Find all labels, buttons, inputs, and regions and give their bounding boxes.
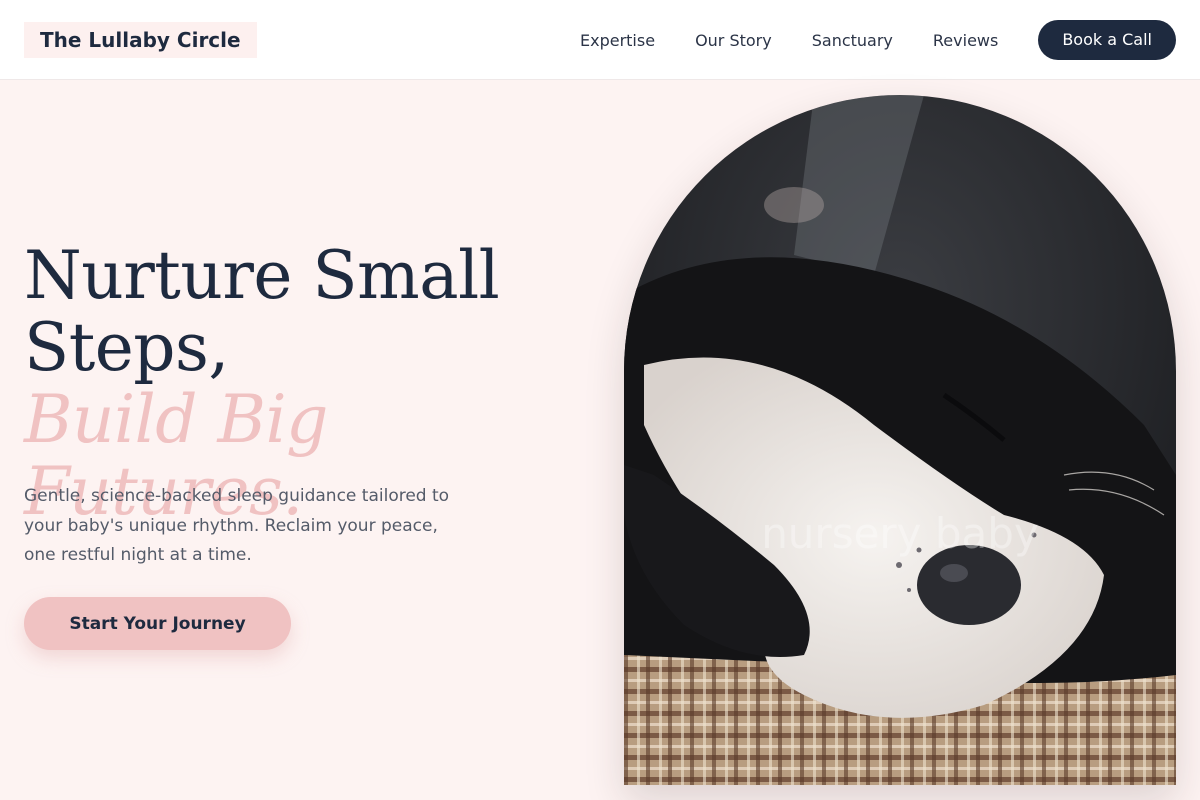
nav-link-our-story[interactable]: Our Story — [695, 31, 772, 50]
nav-link-expertise[interactable]: Expertise — [580, 31, 655, 50]
nav-link-reviews[interactable]: Reviews — [933, 31, 998, 50]
book-call-button[interactable]: Book a Call — [1038, 20, 1176, 60]
hero-subtitle: Gentle, science-backed sleep guidance ta… — [24, 486, 450, 565]
site-header: The Lullaby Circle Expertise Our Story S… — [0, 0, 1200, 80]
hero-image: nursery baby — [624, 95, 1176, 785]
start-journey-button[interactable]: Start Your Journey — [24, 597, 291, 650]
main-nav: Expertise Our Story Sanctuary Reviews Bo… — [580, 0, 1176, 80]
site-logo[interactable]: The Lullaby Circle — [24, 22, 257, 58]
image-alt-text: nursery baby — [761, 509, 1039, 558]
nav-link-sanctuary[interactable]: Sanctuary — [812, 31, 893, 50]
sleeping-puppy-illustration — [624, 95, 1176, 785]
hero-title-main: Nurture Small Steps, — [24, 237, 500, 386]
